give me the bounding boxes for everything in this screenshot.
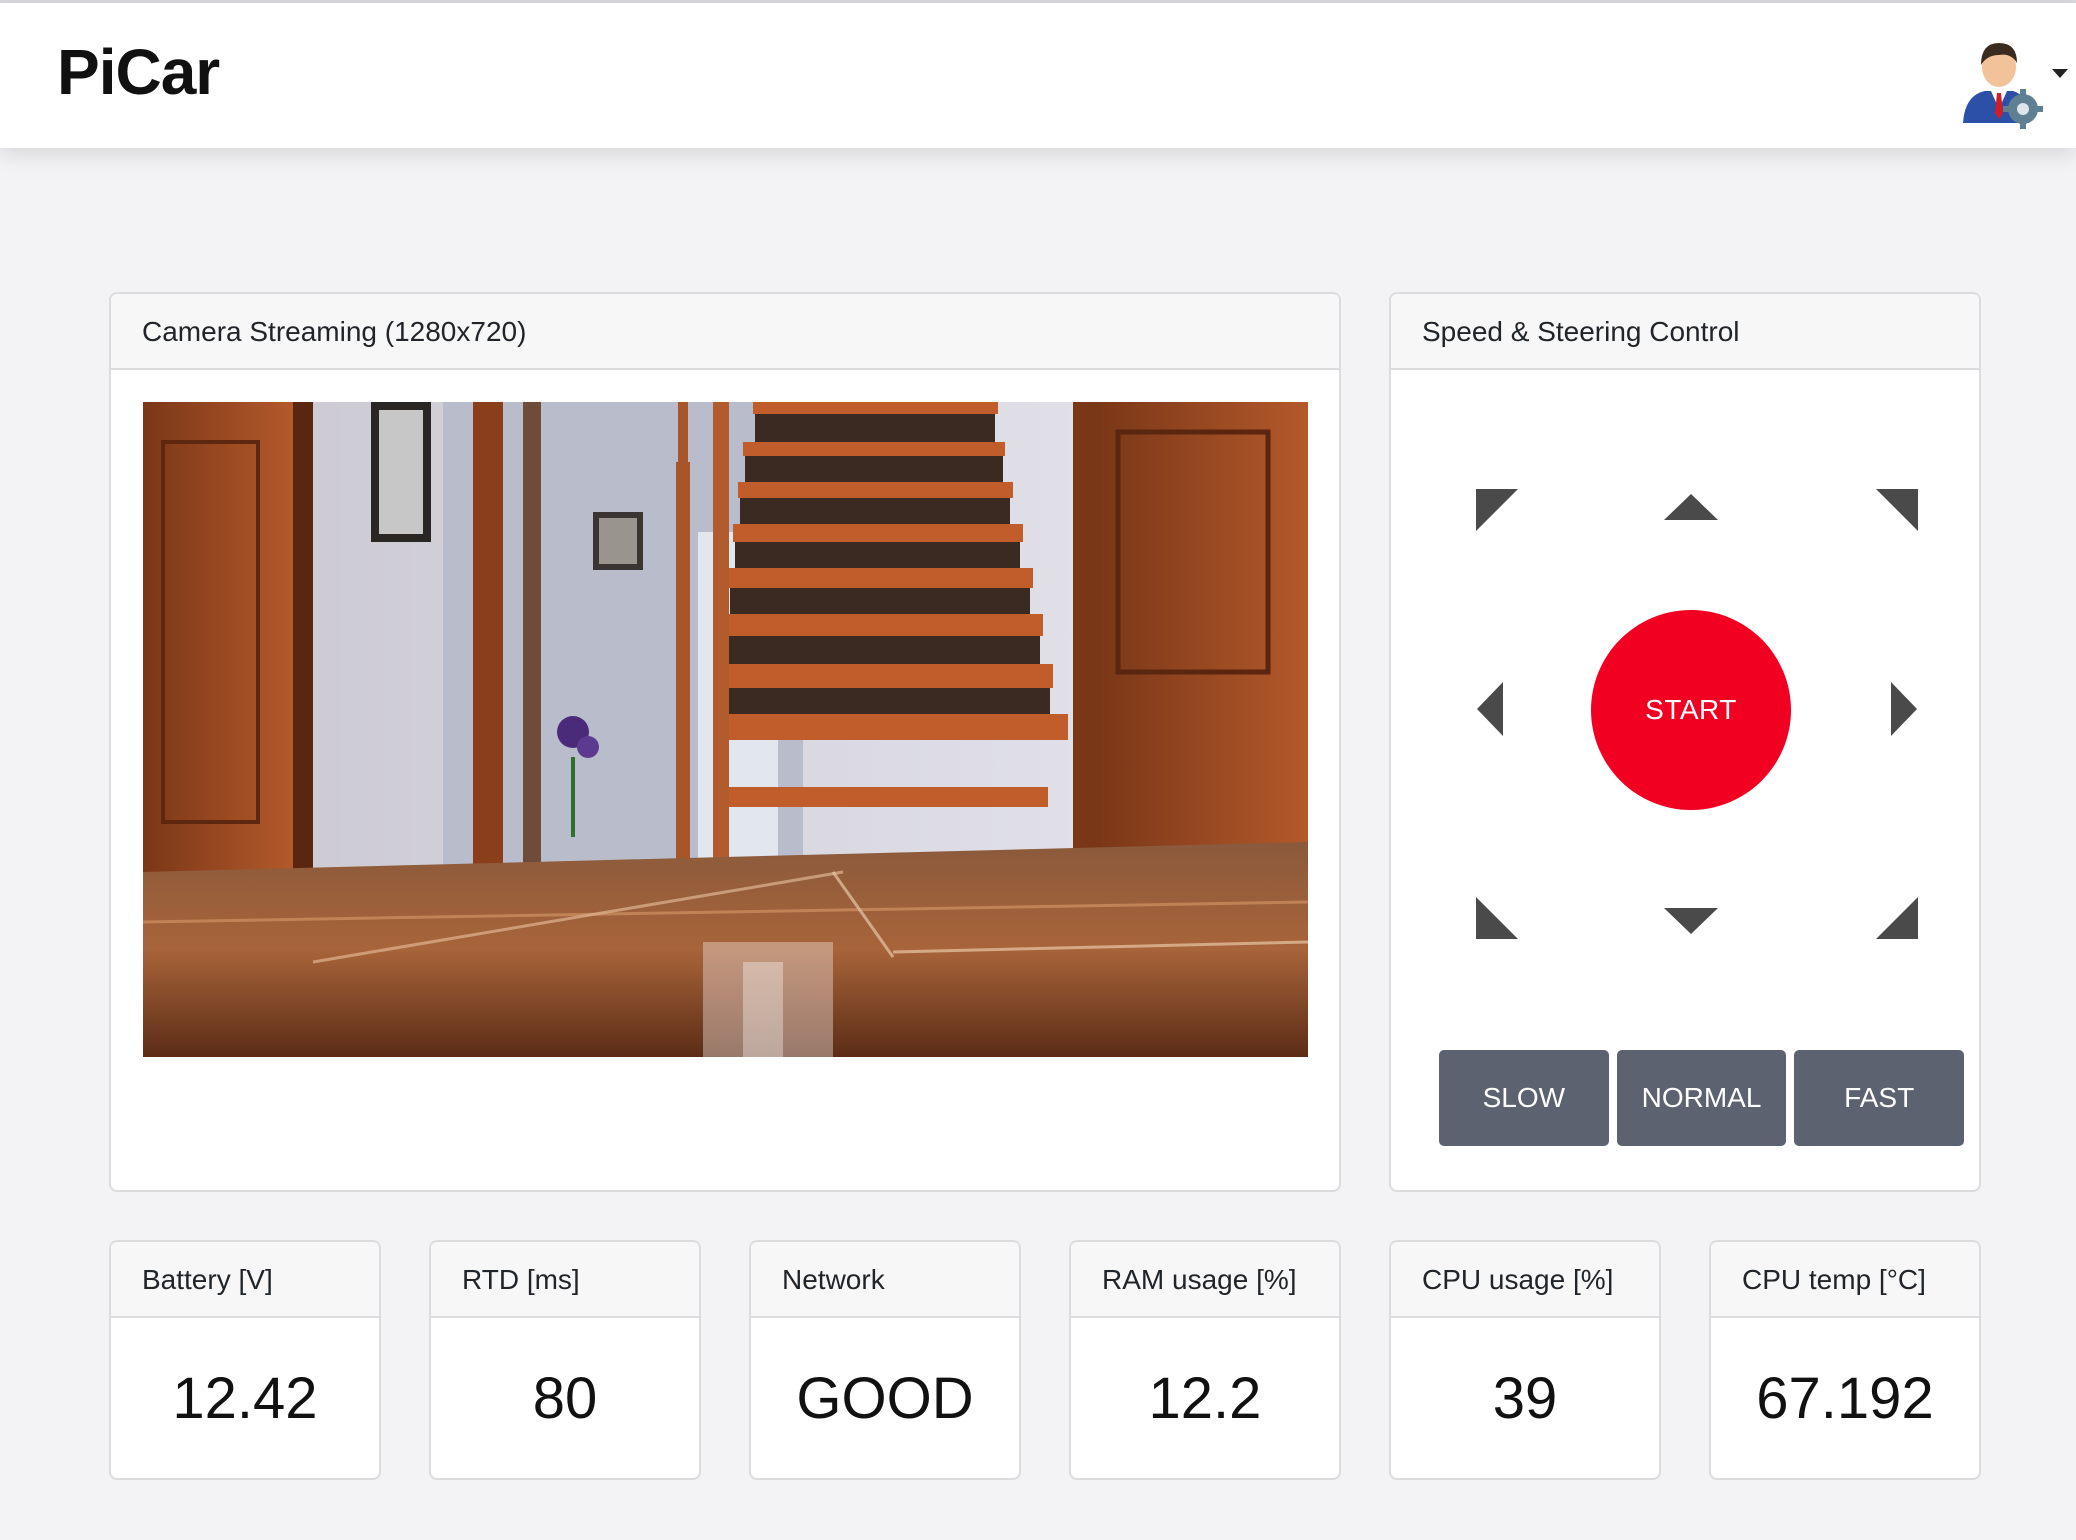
stat-label: RTD [ms] bbox=[431, 1242, 699, 1318]
arrow-down-right-icon[interactable] bbox=[1863, 884, 1933, 954]
stat-label: CPU temp [°C] bbox=[1711, 1242, 1979, 1318]
control-card: Speed & Steering Control START SLOW NORM… bbox=[1389, 292, 1981, 1192]
speed-slow-button[interactable]: SLOW bbox=[1439, 1050, 1609, 1146]
camera-card: Camera Streaming (1280x720) bbox=[109, 292, 1341, 1192]
stat-value: 80 bbox=[532, 1365, 598, 1431]
stat-card-ram: RAM usage [%] 12.2 bbox=[1069, 1240, 1341, 1480]
stat-label: Battery [V] bbox=[111, 1242, 379, 1318]
stat-label: CPU usage [%] bbox=[1391, 1242, 1659, 1318]
stat-value: 12.42 bbox=[172, 1365, 318, 1431]
arrow-up-icon[interactable] bbox=[1656, 474, 1726, 544]
stat-value: 12.2 bbox=[1148, 1365, 1262, 1431]
stat-card-rtd: RTD [ms] 80 bbox=[429, 1240, 701, 1480]
arrow-left-icon[interactable] bbox=[1461, 674, 1531, 744]
stat-label: Network bbox=[751, 1242, 1019, 1318]
speed-fast-button[interactable]: FAST bbox=[1794, 1050, 1965, 1146]
stat-label: RAM usage [%] bbox=[1071, 1242, 1339, 1318]
user-settings-icon[interactable] bbox=[1955, 33, 2047, 129]
speed-normal-button[interactable]: NORMAL bbox=[1616, 1050, 1787, 1146]
start-button[interactable]: START bbox=[1591, 610, 1791, 810]
stat-value: 67.192 bbox=[1756, 1365, 1934, 1431]
stat-card-battery: Battery [V] 12.42 bbox=[109, 1240, 381, 1480]
speed-button-group: SLOW NORMAL FAST bbox=[1439, 1050, 1965, 1146]
camera-stream bbox=[143, 402, 1308, 1057]
navbar: PiCar bbox=[0, 3, 2076, 148]
app-title[interactable]: PiCar bbox=[57, 35, 220, 109]
stat-card-network: Network GOOD bbox=[749, 1240, 1021, 1480]
stat-value: GOOD bbox=[796, 1365, 974, 1431]
stat-card-cpu-temp: CPU temp [°C] 67.192 bbox=[1709, 1240, 1981, 1480]
stat-value: 39 bbox=[1492, 1365, 1558, 1431]
caret-down-icon[interactable] bbox=[2052, 69, 2068, 78]
arrow-down-left-icon[interactable] bbox=[1461, 884, 1531, 954]
control-card-title: Speed & Steering Control bbox=[1391, 294, 1979, 370]
arrow-right-icon[interactable] bbox=[1863, 674, 1933, 744]
arrow-up-left-icon[interactable] bbox=[1461, 474, 1531, 544]
user-menu[interactable] bbox=[1955, 33, 2070, 133]
stat-card-cpu-usage: CPU usage [%] 39 bbox=[1389, 1240, 1661, 1480]
arrow-up-right-icon[interactable] bbox=[1863, 474, 1933, 544]
arrow-down-icon[interactable] bbox=[1656, 884, 1726, 954]
camera-card-title: Camera Streaming (1280x720) bbox=[111, 294, 1339, 370]
